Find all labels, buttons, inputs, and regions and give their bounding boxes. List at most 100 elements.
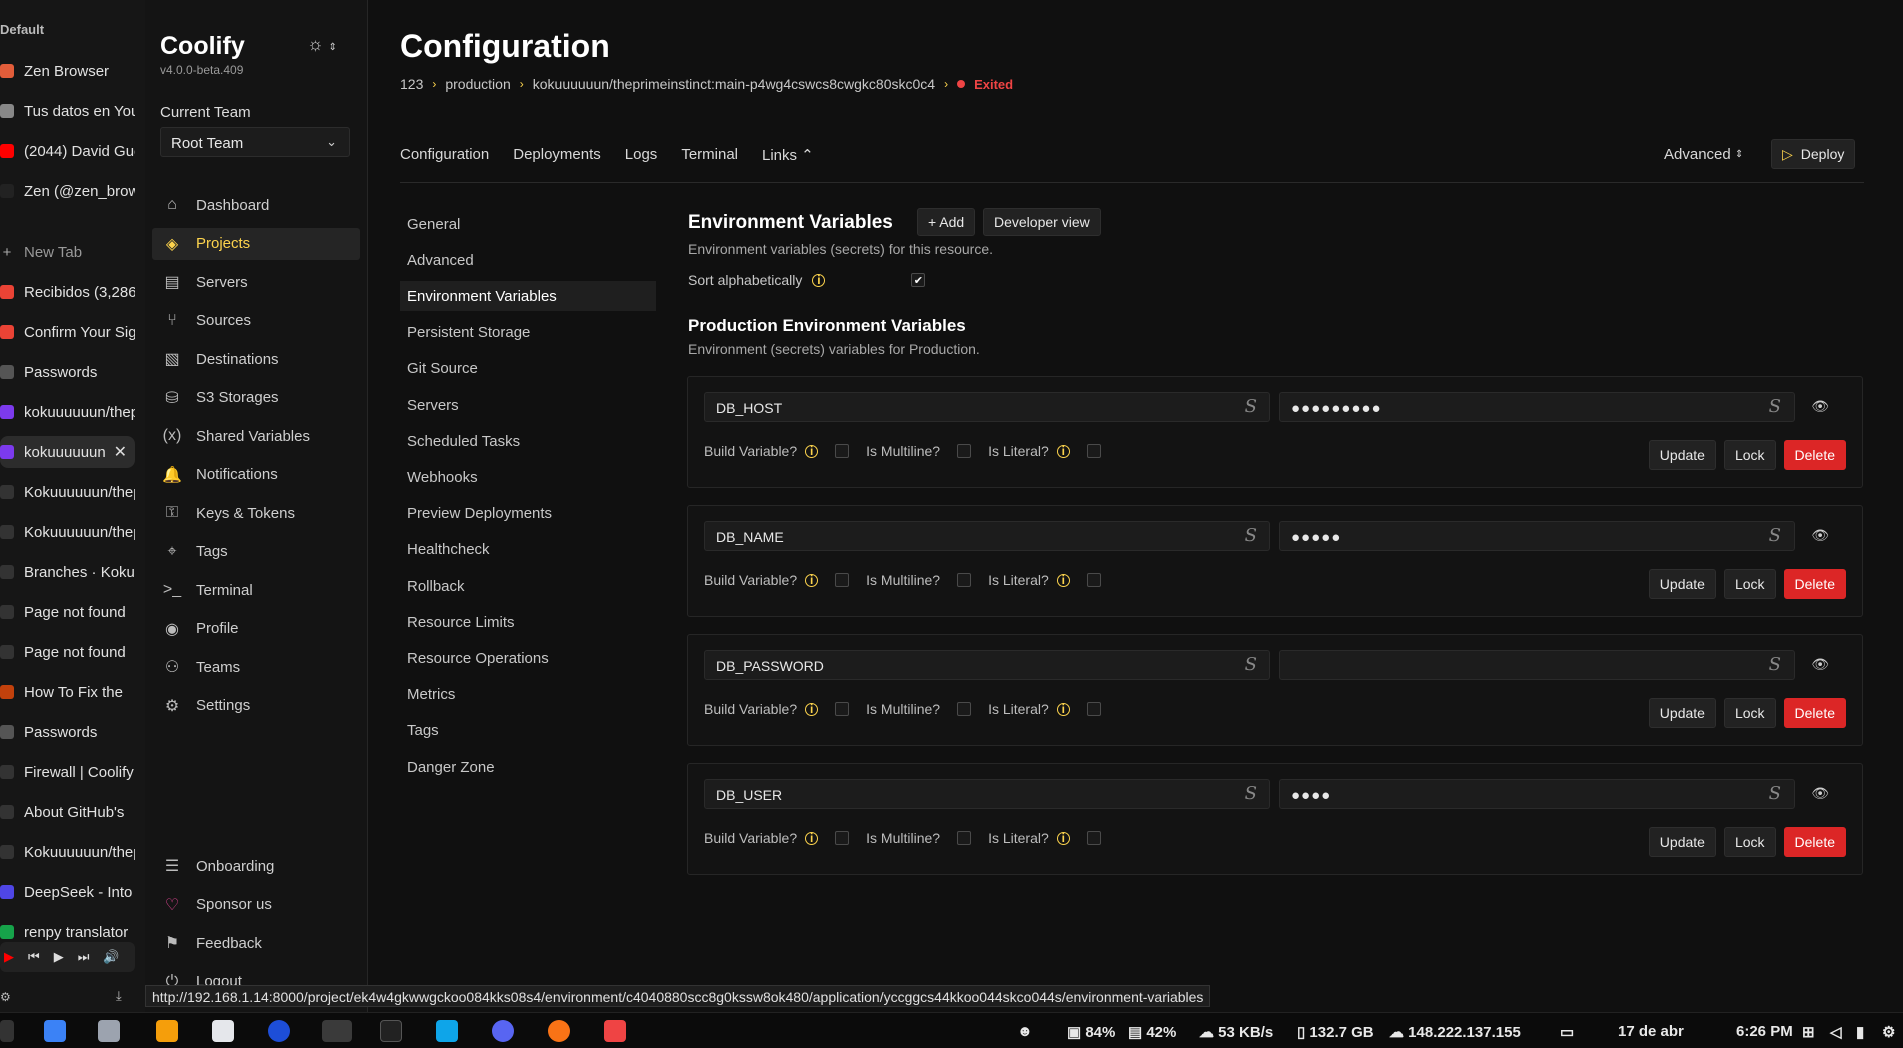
play-button[interactable]: ▶ [54, 949, 64, 965]
env-value-input[interactable]: ●●●● S 👁 [1279, 779, 1829, 809]
browser-tab[interactable]: Firewall | Coolify [0, 756, 135, 788]
gamepad-icon[interactable]: ☻ [1017, 1023, 1033, 1040]
subnav-webhooks[interactable]: Webhooks [400, 462, 656, 492]
next-track-button[interactable]: ⏭ [78, 949, 90, 965]
settings-icon[interactable]: ⚙ [0, 990, 11, 1004]
browser-tab[interactable]: Page not found [0, 636, 135, 668]
eye-icon[interactable]: 👁 [1811, 656, 1830, 673]
subnav-resource-limits[interactable]: Resource Limits [400, 607, 656, 637]
browser-tab[interactable]: Confirm Your Sign Up [0, 316, 135, 348]
team-select[interactable]: Root Team ⌄ [160, 127, 350, 157]
eye-icon[interactable]: 👁 [1811, 398, 1830, 415]
discord-icon[interactable] [492, 1020, 514, 1042]
nav-sources[interactable]: ⑂ Sources [152, 305, 360, 337]
browser-tab[interactable]: Kokuuuuuun/theprime [0, 476, 135, 508]
browser-tab[interactable]: + New Tab [0, 236, 135, 268]
browser-tab[interactable]: DeepSeek - Into [0, 876, 135, 908]
browser-tab[interactable]: How To Fix the [0, 676, 135, 708]
magic-icon[interactable]: S [1245, 396, 1257, 417]
browser-tab[interactable]: Kokuuuuuun/theprime [0, 516, 135, 548]
browser-tab[interactable]: Zen Browser [0, 55, 135, 87]
clipboard-icon[interactable]: ▭ [1560, 1023, 1574, 1041]
previous-track-button[interactable]: ⏮ [28, 949, 40, 965]
magic-icon[interactable]: S [1769, 654, 1782, 675]
browser-tab[interactable]: (2044) David Guetta [0, 135, 135, 167]
env-value-input[interactable]: S 👁 [1279, 650, 1829, 680]
vscode-icon[interactable] [436, 1020, 458, 1042]
update-button[interactable]: Update [1648, 440, 1716, 470]
literal-checkbox[interactable] [1086, 831, 1101, 845]
delete-button[interactable]: Delete [1783, 827, 1846, 857]
files-icon[interactable] [44, 1020, 66, 1042]
browser-tab[interactable]: About GitHub's [0, 796, 135, 828]
volume-icon[interactable]: ◁ [1830, 1023, 1842, 1041]
theme-toggle[interactable]: ☼ ⇕ [307, 34, 337, 55]
browser-tab[interactable]: Passwords [0, 716, 135, 748]
close-icon[interactable]: ✕ [114, 442, 127, 462]
nav-tags[interactable]: ⌖ Tags [152, 536, 360, 568]
multiline-checkbox[interactable] [957, 573, 972, 587]
zen-browser-icon[interactable] [322, 1020, 352, 1042]
nav-onboarding[interactable]: ☰ Onboarding [152, 850, 360, 882]
subnav-resource-operations[interactable]: Resource Operations [400, 643, 656, 673]
build-variable-checkbox[interactable] [835, 831, 850, 845]
lock-button[interactable]: Lock [1723, 827, 1776, 857]
browser-tab[interactable]: Page not found [0, 596, 135, 628]
multiline-checkbox[interactable] [957, 831, 972, 845]
env-key-input[interactable]: DB_HOST S [704, 392, 1270, 422]
browser-tab[interactable]: Kokuuuuuun/theprime [0, 836, 135, 868]
nav-servers[interactable]: ▤ Servers [152, 266, 360, 298]
eye-icon[interactable]: 👁 [1811, 785, 1830, 802]
delete-button[interactable]: Delete [1783, 569, 1846, 599]
subnav-healthcheck[interactable]: Healthcheck [400, 535, 656, 565]
literal-checkbox[interactable] [1086, 444, 1101, 458]
eye-icon[interactable]: 👁 [1811, 527, 1830, 544]
terminal-icon[interactable] [380, 1020, 402, 1042]
nav-shared-variables[interactable]: (x) Shared Variables [152, 420, 360, 452]
nav-feedback[interactable]: ⚑ Feedback [152, 927, 360, 959]
browser-tab[interactable]: Passwords [0, 356, 135, 388]
delete-button[interactable]: Delete [1783, 440, 1846, 470]
subnav-metrics[interactable]: Metrics [400, 680, 656, 710]
magic-icon[interactable]: S [1769, 783, 1782, 804]
nav-s3-storages[interactable]: ⛁ S3 Storages [152, 382, 360, 414]
lock-button[interactable]: Lock [1723, 440, 1776, 470]
subnav-preview-deployments[interactable]: Preview Deployments [400, 499, 656, 529]
crumb-project[interactable]: 123 [400, 76, 423, 92]
env-key-input[interactable]: DB_NAME S [704, 521, 1270, 551]
browser-tab[interactable]: Branches · Kokuuuuuun [0, 556, 135, 588]
subnav-persistent-storage[interactable]: Persistent Storage [400, 318, 656, 348]
store-icon[interactable] [98, 1020, 120, 1042]
advanced-dropdown[interactable]: Advanced ⇕ [1664, 146, 1743, 163]
tab-deployments[interactable]: Deployments [513, 146, 601, 164]
lock-button[interactable]: Lock [1723, 698, 1776, 728]
env-key-input[interactable]: DB_USER S [704, 779, 1270, 809]
build-variable-checkbox[interactable] [835, 702, 850, 716]
firefox-icon[interactable] [548, 1020, 570, 1042]
build-variable-checkbox[interactable] [835, 573, 850, 587]
env-value-input[interactable]: ●●●●● S 👁 [1279, 521, 1829, 551]
nav-teams[interactable]: ⚇ Teams [152, 651, 360, 683]
update-button[interactable]: Update [1648, 569, 1716, 599]
sort-checkbox[interactable]: ✔ [911, 273, 926, 287]
magic-icon[interactable]: S [1769, 525, 1782, 546]
volume-icon[interactable]: 🔊 [103, 949, 119, 965]
nav-sponsor-us[interactable]: ♡ Sponsor us [152, 889, 360, 921]
add-button[interactable]: + Add [917, 208, 976, 236]
browser-tab[interactable]: kokuuuuuun/theprime [0, 396, 135, 428]
browser-tab[interactable]: Recibidos (3,286) [0, 276, 135, 308]
update-button[interactable]: Update [1648, 827, 1716, 857]
magic-icon[interactable]: S [1245, 783, 1257, 804]
settings-icon[interactable]: ⚙ [1882, 1023, 1895, 1041]
nav-projects[interactable]: ◈ Projects [152, 227, 360, 260]
subnav-advanced[interactable]: Advanced [400, 245, 656, 275]
browser-tab[interactable]: Zen (@zen_browser) [0, 175, 135, 207]
developer-view-button[interactable]: Developer view [983, 208, 1101, 236]
crumb-application[interactable]: kokuuuuuun/theprimeinstinct:main-p4wg4cs… [533, 76, 935, 92]
tab-links[interactable]: Links ⌃ [762, 146, 814, 164]
nav-keys-tokens[interactable]: ⚿ Keys & Tokens [152, 497, 360, 529]
subnav-rollback[interactable]: Rollback [400, 571, 656, 601]
tab-terminal[interactable]: Terminal [681, 146, 738, 164]
tab-configuration[interactable]: Configuration [400, 146, 489, 164]
lock-button[interactable]: Lock [1723, 569, 1776, 599]
